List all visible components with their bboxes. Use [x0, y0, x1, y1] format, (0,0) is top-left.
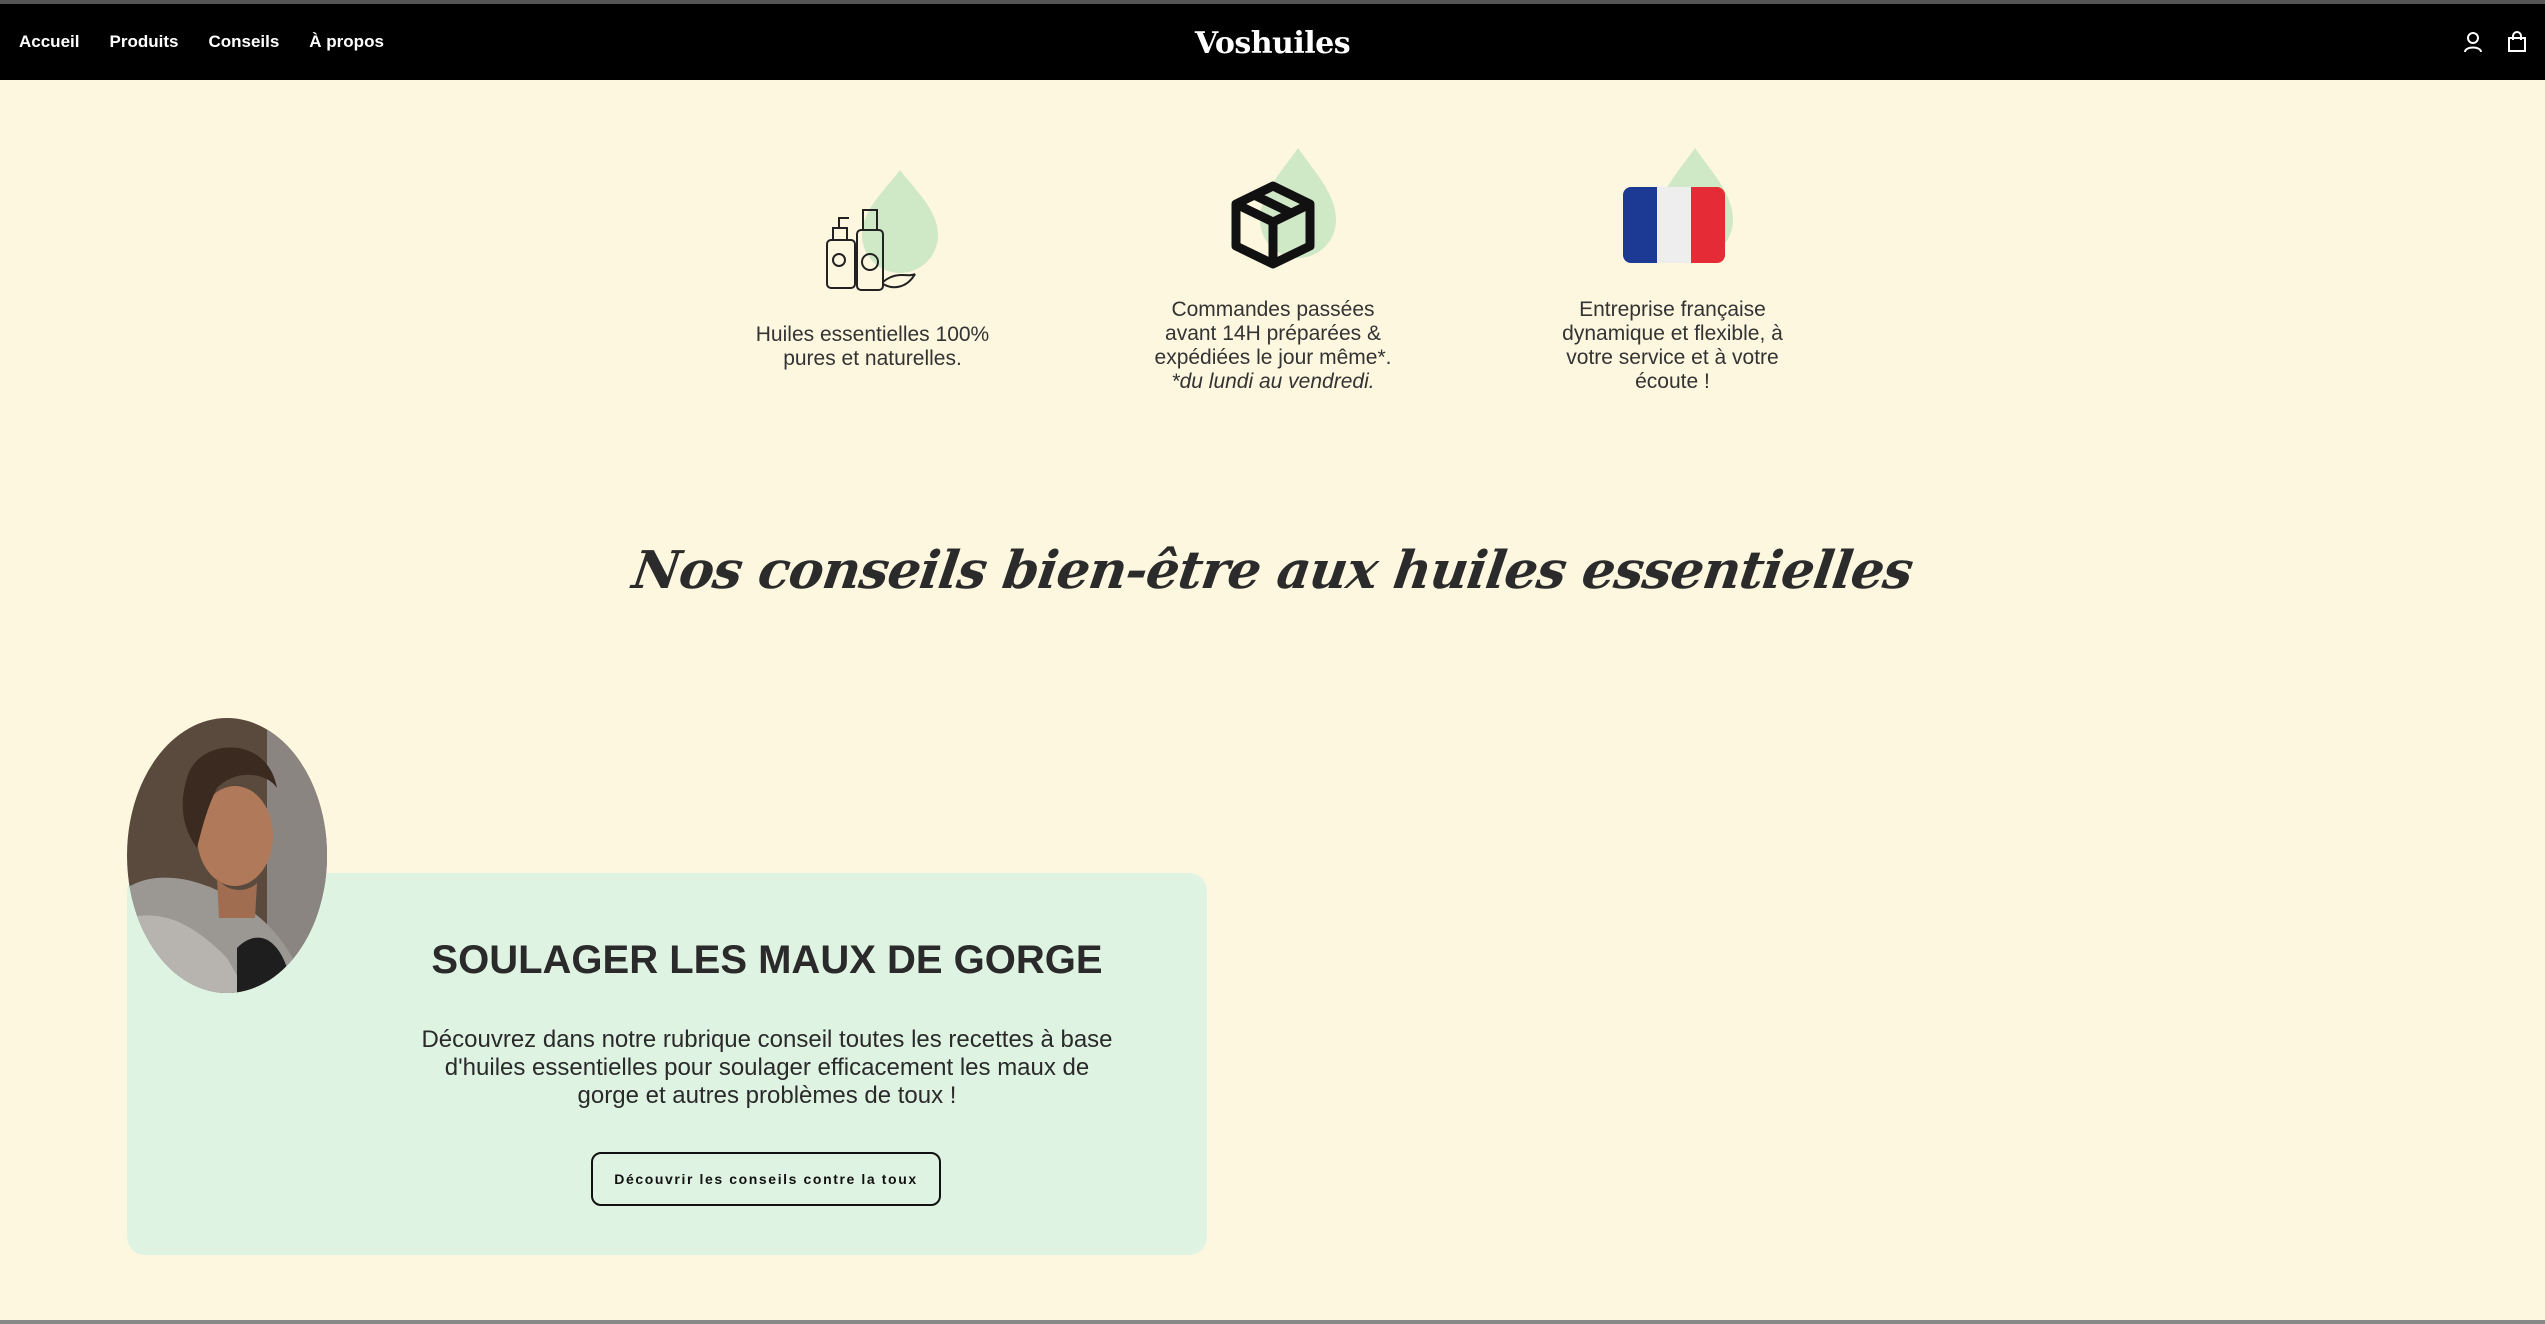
window-bottom-border [0, 1320, 2545, 1324]
feature-text-line: dynamique et flexible, à [1562, 322, 1783, 345]
feature-fast-shipping: Commandes passées avant 14H préparées & … [1133, 145, 1413, 405]
feature-text-line: Huiles essentielles 100% [755, 323, 990, 346]
card-description-line: d'huiles essentielles pour soulager effi… [444, 1054, 1090, 1081]
france-flag-icon [1623, 187, 1725, 263]
nav-link-a-propos[interactable]: À propos [309, 32, 384, 52]
account-icon[interactable] [2463, 31, 2483, 53]
feature-text-line: écoute ! [1635, 370, 1710, 393]
card-title: SOULAGER LES MAUX DE GORGE [431, 938, 1103, 982]
package-box-icon [1231, 181, 1315, 269]
feature-text-line: votre service et à votre [1566, 346, 1779, 369]
nav-icon-group [2463, 4, 2527, 80]
main-menu: Accueil Produits Conseils À propos [19, 4, 384, 80]
feature-note: *du lundi au vendredi. [1171, 370, 1375, 393]
feature-pure-oils: Huiles essentielles 100% pures et nature… [735, 160, 1010, 380]
top-navigation-bar: Accueil Produits Conseils À propos Voshu… [0, 4, 2545, 80]
essential-oil-bottles-icon [826, 209, 916, 291]
cart-icon[interactable] [2507, 31, 2527, 53]
discover-cough-advice-button[interactable]: Découvrir les conseils contre la toux [591, 1152, 941, 1206]
nav-link-conseils[interactable]: Conseils [208, 32, 279, 52]
feature-text-line: Commandes passées [1171, 298, 1375, 321]
section-title: Nos conseils bien-être aux huiles essent… [628, 540, 1917, 601]
card-description-line: gorge et autres problèmes de toux ! [577, 1082, 957, 1109]
feature-text-line: Entreprise française [1579, 298, 1766, 321]
feature-text-line: avant 14H préparées & [1165, 322, 1381, 345]
feature-text-line: expédiées le jour même*. [1154, 346, 1392, 369]
card-description-line: Découvrez dans notre rubrique conseil to… [421, 1026, 1113, 1053]
woman-sore-throat-photo [127, 718, 327, 993]
nav-link-produits[interactable]: Produits [109, 32, 178, 52]
nav-link-accueil[interactable]: Accueil [19, 32, 79, 52]
feature-text-line: pures et naturelles. [783, 347, 962, 370]
feature-french-company: Entreprise française dynamique et flexib… [1530, 145, 1815, 405]
card-description: Découvrez dans notre rubrique conseil to… [410, 1026, 1124, 1110]
